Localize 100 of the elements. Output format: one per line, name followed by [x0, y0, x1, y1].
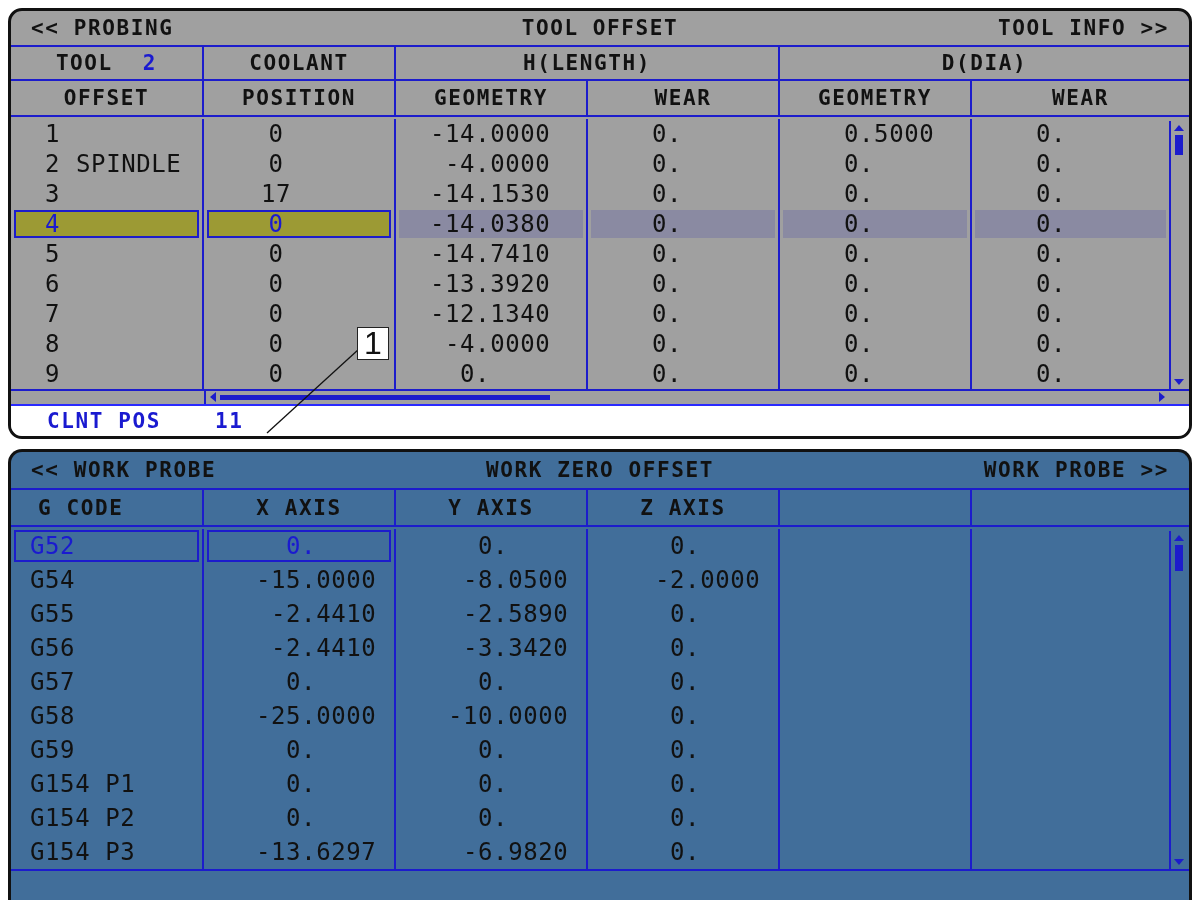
table-cell[interactable]: 9 — [11, 358, 204, 389]
table-cell[interactable]: 0. — [780, 298, 972, 329]
table-cell[interactable]: 0. — [396, 358, 588, 389]
table-cell[interactable]: -2.4410 — [204, 597, 396, 632]
table-cell[interactable]: 0. — [972, 178, 1169, 209]
table-cell[interactable]: -8.0500 — [396, 563, 588, 598]
table-cell[interactable]: -15.0000 — [204, 563, 396, 598]
work-probe-nav[interactable]: WORK PROBE >> — [983, 457, 1169, 482]
column-header: POSITION — [204, 81, 396, 115]
table-cell[interactable]: G55 — [11, 597, 204, 632]
table-cell[interactable]: 0. — [972, 268, 1169, 299]
table-cell[interactable]: 0. — [588, 358, 780, 389]
table-cell[interactable]: 0. — [972, 148, 1169, 179]
table-cell[interactable]: 0. — [588, 298, 780, 329]
offset-number[interactable]: 2 — [45, 149, 61, 178]
table-cell[interactable]: -14.1530 — [396, 178, 588, 209]
column-header: Z AXIS — [588, 490, 780, 526]
work-probe-nav[interactable]: << WORK PROBE — [31, 457, 217, 482]
table-cell[interactable]: 7 — [11, 298, 204, 329]
status-label: CLNT POS — [47, 408, 161, 433]
table-cell[interactable]: -13.6297 — [204, 835, 396, 870]
table-cell[interactable]: 0. — [972, 118, 1169, 149]
table-cell[interactable]: -12.1340 — [396, 298, 588, 329]
table-cell[interactable]: 0. — [588, 767, 780, 802]
table-cell[interactable]: 8 — [11, 328, 204, 359]
table-cell[interactable]: 0. — [588, 328, 780, 359]
table-cell[interactable]: G154 P1 — [11, 767, 204, 802]
table-cell[interactable]: -2.4410 — [204, 631, 396, 666]
table-cell[interactable]: 0. — [780, 268, 972, 299]
table-cell[interactable]: 0. — [588, 118, 780, 149]
table-cell[interactable]: 0. — [588, 835, 780, 870]
table-cell[interactable]: 0.5000 — [780, 118, 972, 149]
table-cell[interactable]: 0. — [588, 529, 780, 564]
table-cell[interactable]: G54 — [11, 563, 204, 598]
panel-title: TOOL OFFSET — [521, 16, 679, 41]
tool-label: TOOL — [55, 51, 113, 76]
table-cell[interactable]: -14.7410 — [396, 238, 588, 269]
column-group-header: D(DIA) — [940, 50, 1029, 78]
table-cell[interactable]: G57 — [11, 665, 204, 700]
table-cell[interactable]: 5 — [11, 238, 204, 269]
table-cell[interactable]: -4.0000 — [396, 328, 588, 359]
table-cell[interactable]: 0. — [780, 148, 972, 179]
table-cell[interactable]: 0. — [588, 148, 780, 179]
table-cell[interactable]: -2.0000 — [588, 563, 780, 598]
table-cell[interactable]: 0. — [588, 631, 780, 666]
table-cell[interactable]: 3 — [11, 178, 204, 209]
table-cell[interactable]: -2.5890 — [396, 597, 588, 632]
column-header: WEAR — [1051, 85, 1110, 112]
table-cell[interactable]: 0. — [972, 238, 1169, 269]
table-cell[interactable]: 1 — [11, 118, 204, 149]
table-cell[interactable]: 0 — [204, 238, 396, 269]
table-cell[interactable]: 0. — [396, 767, 588, 802]
table-cell[interactable]: -13.3920 — [396, 268, 588, 299]
panel-title: WORK ZERO OFFSET — [486, 457, 714, 482]
tool-number: 2 — [142, 51, 158, 76]
column-header: WEAR — [588, 81, 780, 115]
table-cell[interactable]: 0 — [204, 148, 396, 179]
table-cell[interactable]: 0. — [972, 298, 1169, 329]
table-cell[interactable]: 0. — [972, 328, 1169, 359]
table-cell[interactable]: -4.0000 — [396, 148, 588, 179]
table-cell[interactable]: 0. — [780, 328, 972, 359]
table-cell[interactable]: 0. — [780, 178, 972, 209]
table-cell[interactable]: G154 P3 — [11, 835, 204, 870]
table-cell[interactable]: 0. — [588, 597, 780, 632]
table-cell[interactable]: 17 — [204, 178, 396, 209]
table-cell[interactable]: G154 P2 — [11, 801, 204, 836]
table-cell[interactable]: 0. — [588, 801, 780, 836]
table-cell[interactable]: 0. — [396, 529, 588, 564]
table-cell[interactable]: 0. — [588, 665, 780, 700]
column-header: G CODE — [11, 490, 204, 526]
table-cell[interactable]: 0. — [588, 268, 780, 299]
table-cell[interactable]: -3.3420 — [396, 631, 588, 666]
table-cell[interactable]: 0. — [588, 699, 780, 734]
probing-nav[interactable]: << PROBING — [31, 16, 174, 41]
table-cell[interactable]: 0. — [588, 178, 780, 209]
table-cell[interactable]: 0. — [972, 208, 1169, 239]
table-cell[interactable]: 0. — [204, 733, 396, 768]
table-cell[interactable]: 0 — [204, 268, 396, 299]
table-cell[interactable]: 0. — [972, 358, 1169, 389]
table-cell[interactable]: G59 — [11, 733, 204, 768]
table-cell[interactable]: -6.9820 — [396, 835, 588, 870]
table-cell[interactable]: 0. — [396, 665, 588, 700]
table-cell[interactable]: 0. — [588, 238, 780, 269]
table-cell[interactable]: 0. — [780, 358, 972, 389]
table-cell[interactable]: 0. — [780, 238, 972, 269]
column-header: X AXIS — [204, 490, 396, 526]
table-cell[interactable]: G58 — [11, 699, 204, 734]
table-cell[interactable]: 6 — [11, 268, 204, 299]
table-cell[interactable]: 0. — [204, 665, 396, 700]
table-cell[interactable]: 0. — [396, 801, 588, 836]
table-cell[interactable]: -10.0000 — [396, 699, 588, 734]
table-cell[interactable]: -25.0000 — [204, 699, 396, 734]
table-cell[interactable]: G56 — [11, 631, 204, 666]
table-cell[interactable]: 0. — [204, 801, 396, 836]
table-cell[interactable]: 0. — [588, 733, 780, 768]
table-cell[interactable]: 0 — [204, 118, 396, 149]
tool-info-nav[interactable]: TOOL INFO >> — [998, 16, 1169, 41]
table-cell[interactable]: -14.0000 — [396, 118, 588, 149]
table-cell[interactable]: 0. — [396, 733, 588, 768]
table-cell[interactable]: 0. — [204, 767, 396, 802]
